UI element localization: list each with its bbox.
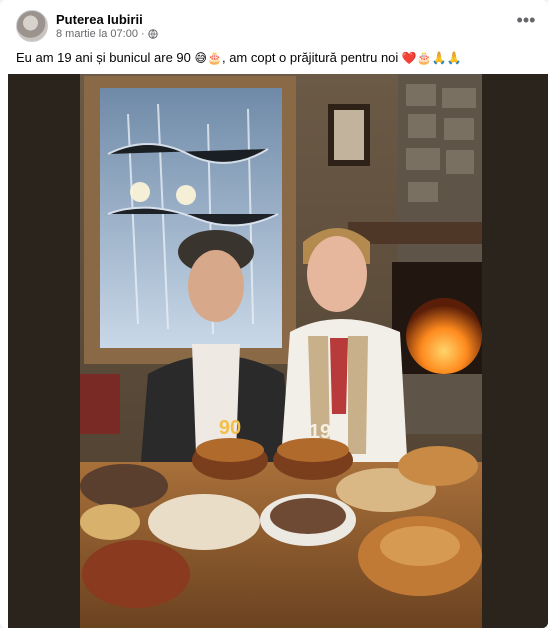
- post-photo[interactable]: 90 19: [8, 74, 548, 628]
- caption-text-2: , am copt o prăjitură pentru noi: [221, 50, 399, 65]
- photo-illustration: 90 19: [8, 74, 548, 628]
- facebook-post: Puterea Iubirii 8 martie la 07:00 · ••• …: [0, 0, 548, 628]
- post-timestamp[interactable]: 8 martie la 07:00: [56, 28, 138, 40]
- candle-label-90: 90: [219, 417, 241, 439]
- author-name[interactable]: Puterea Iubirii: [56, 12, 143, 27]
- globe-icon: [147, 29, 158, 39]
- avatar[interactable]: [16, 10, 48, 42]
- post-header: Puterea Iubirii 8 martie la 07:00 · •••: [16, 10, 538, 44]
- caption-emoji-2: ❤️🎂🙏🙏: [401, 51, 462, 65]
- caption-text: Eu am 19 ani și bunicul are 90: [16, 50, 191, 65]
- more-options-button[interactable]: •••: [514, 11, 538, 34]
- candle-label-19: 19: [309, 421, 331, 443]
- caption-emoji: 😅🎂: [194, 51, 222, 65]
- meta-separator: ·: [140, 28, 145, 40]
- post-meta: 8 martie la 07:00 ·: [56, 28, 158, 40]
- post-caption: Eu am 19 ani și bunicul are 90 😅🎂, am co…: [16, 50, 534, 65]
